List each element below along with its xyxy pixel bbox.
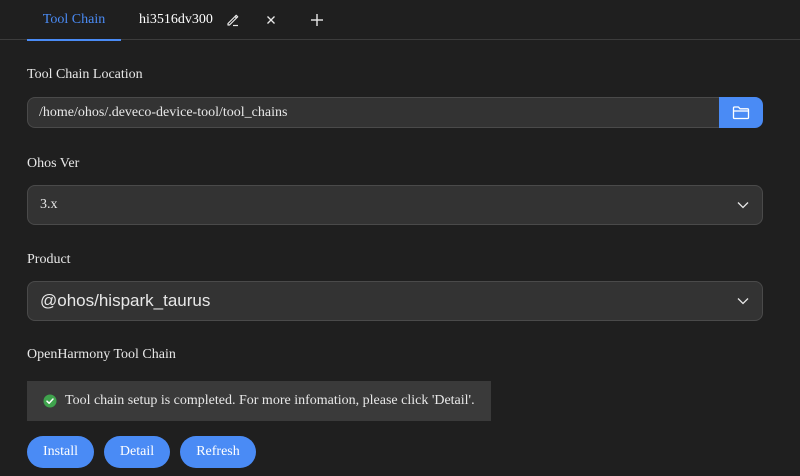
pencil-icon[interactable] [224,11,242,29]
tool-chain-location-input[interactable] [27,97,720,128]
plus-icon[interactable] [308,11,326,29]
refresh-button[interactable]: Refresh [180,436,256,468]
tab-tool-chain[interactable]: Tool Chain [27,0,121,41]
check-circle-icon [43,394,57,408]
product-select[interactable]: @ohos/hispark_taurus [27,281,763,321]
toolchain-status-text: Tool chain setup is completed. For more … [65,393,475,408]
install-button[interactable]: Install [27,436,94,468]
browse-folder-button[interactable] [719,97,763,128]
tab-tool-chain-label: Tool Chain [42,12,106,27]
tab-bar: Tool Chain hi3516dv300 [0,0,800,41]
ohos-ver-select[interactable]: 3.x [27,185,763,225]
tool-chain-location-label: Tool Chain Location [27,67,143,82]
chevron-down-icon [736,294,750,308]
tab-device-label: hi3516dv300 [139,12,213,27]
ohos-ver-value: 3.x [40,197,58,212]
product-value: @ohos/hispark_taurus [40,291,211,310]
openharmony-tool-chain-label: OpenHarmony Tool Chain [27,347,176,362]
ohos-ver-label: Ohos Ver [27,156,80,171]
detail-button[interactable]: Detail [104,436,170,468]
toolchain-status-message: Tool chain setup is completed. For more … [27,381,491,421]
folder-icon [732,105,750,120]
chevron-down-icon [736,198,750,212]
product-label: Product [27,252,71,267]
tab-device[interactable]: hi3516dv300 [139,0,213,40]
close-icon[interactable] [262,11,280,29]
